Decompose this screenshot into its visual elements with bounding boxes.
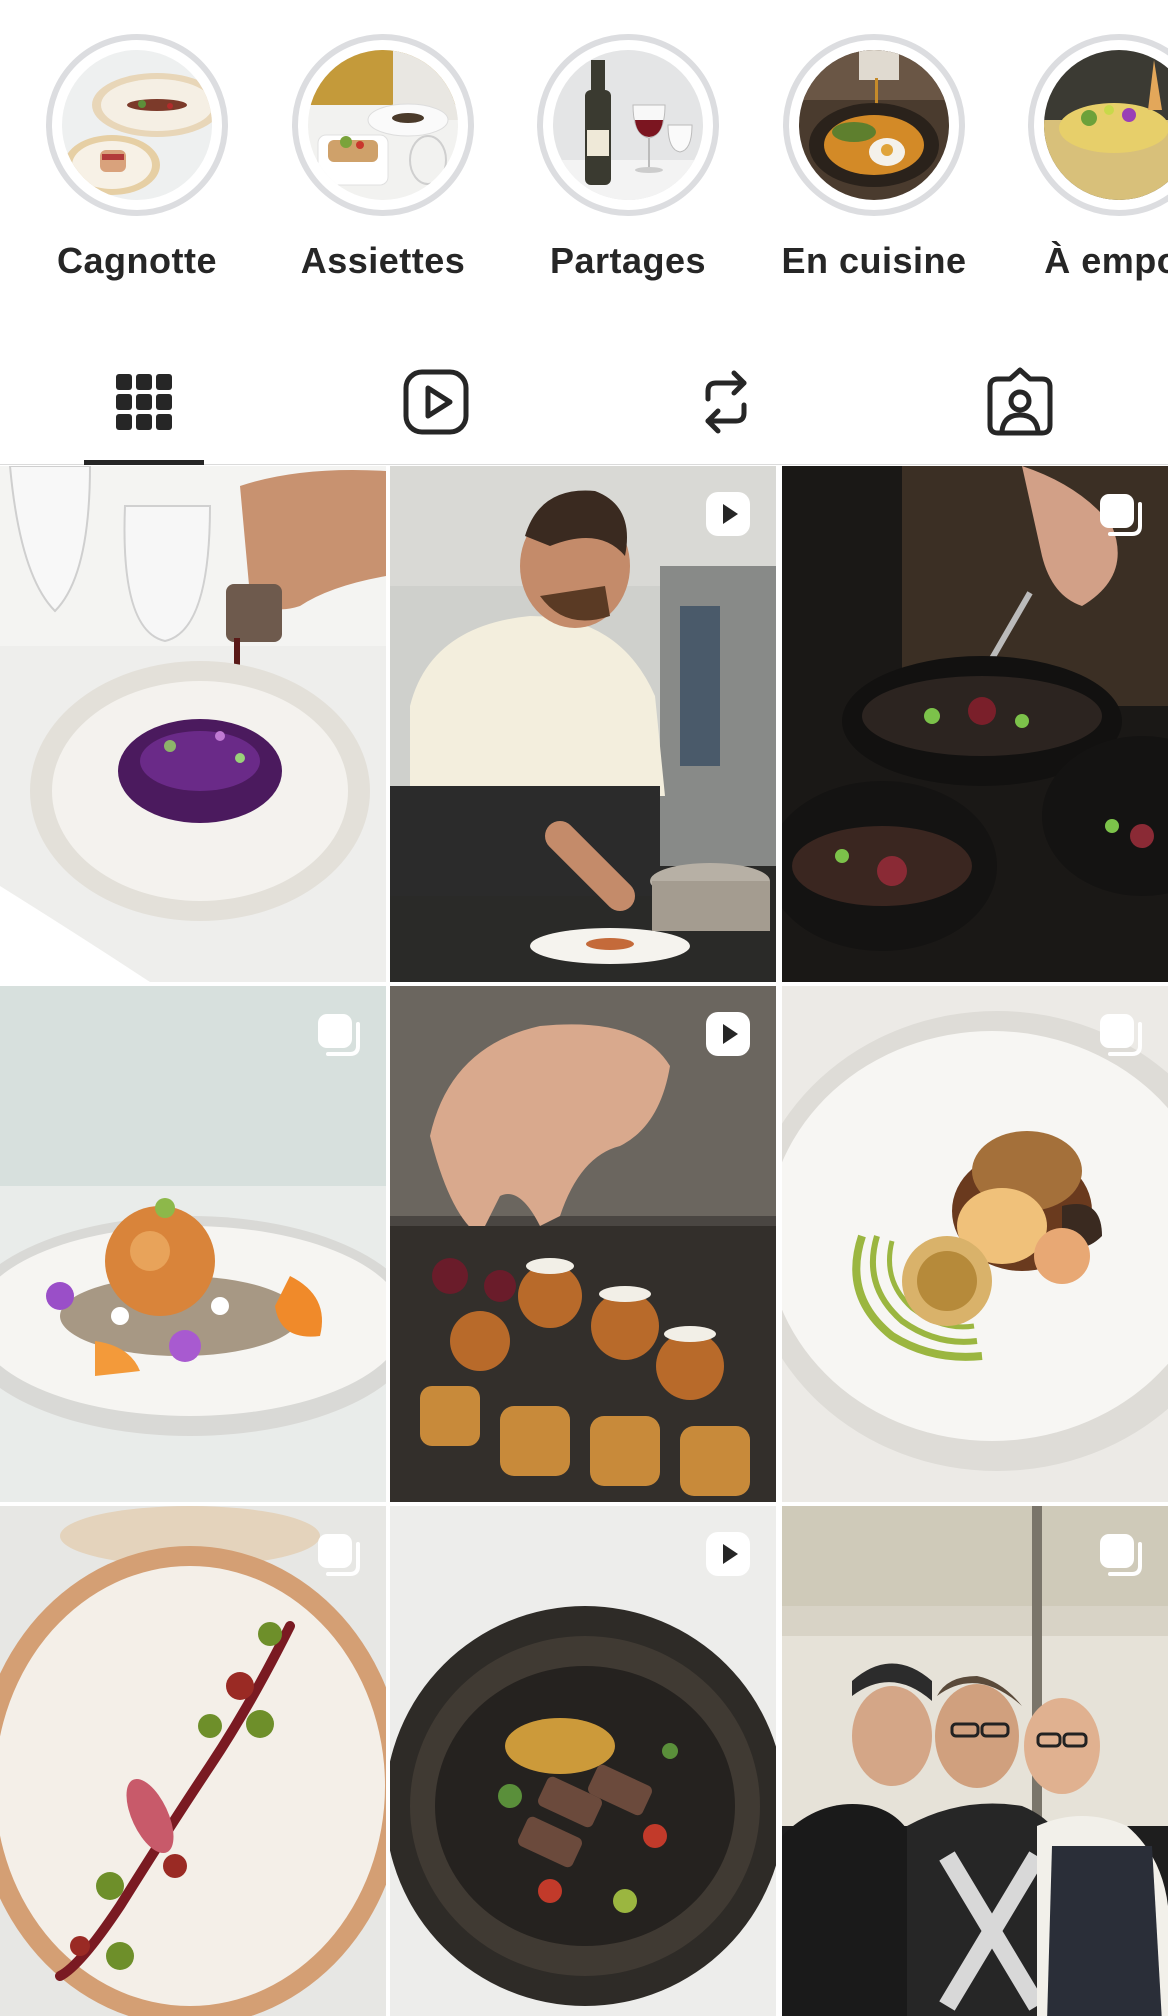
petit-fours-tray-photo: [390, 986, 776, 1502]
plated-dish-photo: [62, 50, 212, 200]
sauce-pouring-purple-dish-photo: [0, 466, 386, 982]
tab-reels[interactable]: [376, 340, 496, 464]
carousel-badge-icon: [314, 1010, 362, 1058]
post-tile[interactable]: [390, 986, 776, 1502]
active-tab-indicator: [84, 460, 204, 465]
post-tile[interactable]: [390, 466, 776, 982]
reel-badge-icon: [704, 1530, 752, 1578]
post-tile[interactable]: [782, 466, 1168, 982]
dessert-plate-photo: [308, 50, 458, 200]
highlight-label: Partages: [549, 240, 707, 281]
wine-bottle-photo: [553, 50, 703, 200]
highlight-label: En cuisine: [781, 240, 967, 281]
highlight-ring: [46, 34, 228, 216]
highlight-label: Assiettes: [300, 240, 466, 281]
post-tile[interactable]: [0, 466, 386, 982]
post-tile[interactable]: [0, 986, 386, 1502]
highlight-ring: [1028, 34, 1168, 216]
post-tile[interactable]: [782, 986, 1168, 1502]
carousel-badge-icon: [1096, 1530, 1144, 1578]
post-tile[interactable]: [0, 1506, 386, 2016]
post-tile[interactable]: [390, 1506, 776, 2016]
tagged-person-icon: [986, 367, 1054, 437]
post-tile[interactable]: [782, 1506, 1168, 2016]
three-chefs-photo: [782, 1506, 1168, 2016]
tab-tagged[interactable]: [960, 340, 1080, 464]
line-garnish-plate-photo: [0, 1506, 386, 2016]
repost-icon: [696, 367, 756, 437]
mushroom-dish-green-sauce-photo: [782, 986, 1168, 1502]
highlight-ring: [537, 34, 719, 216]
highlight-ring: [292, 34, 474, 216]
highlight-label: Cagnotte: [57, 240, 217, 281]
highlight-label: À empor: [1044, 240, 1168, 281]
posts-grid: [0, 466, 1168, 2016]
carousel-badge-icon: [1096, 1010, 1144, 1058]
carousel-badge-icon: [1096, 490, 1144, 538]
chef-plating-photo: [390, 466, 776, 982]
tab-reposts[interactable]: [666, 340, 786, 464]
reel-badge-icon: [704, 1010, 752, 1058]
seared-tuna-black-bowl-photo: [390, 1506, 776, 2016]
highlight-ring: [783, 34, 965, 216]
reel-badge-icon: [704, 490, 752, 538]
sauce-pouring-photo: [799, 50, 949, 200]
grid-icon: [116, 374, 172, 430]
reels-icon: [402, 368, 470, 436]
tab-posts-grid[interactable]: [84, 340, 204, 464]
profile-tabs: [0, 340, 1168, 465]
bowls-spooning-photo: [782, 466, 1168, 982]
orange-sphere-dish-photo: [0, 986, 386, 1502]
carousel-badge-icon: [314, 1530, 362, 1578]
takeaway-dish-photo: [1044, 50, 1168, 200]
story-highlights-row: Cagnotte Assiettes Partages En cuisine À…: [0, 0, 1168, 300]
